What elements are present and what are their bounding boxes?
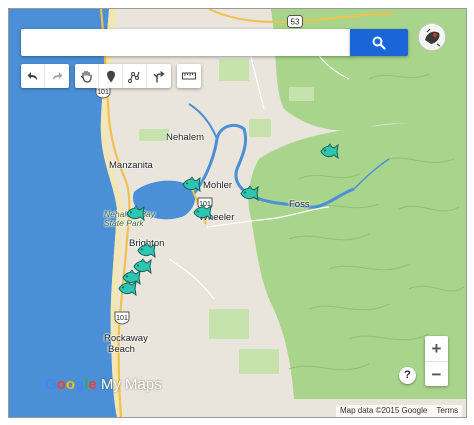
place-label-mohler: Mohler <box>203 180 233 191</box>
add-marker-button[interactable] <box>99 64 123 88</box>
search-button[interactable] <box>350 29 408 56</box>
directions-icon <box>153 70 165 83</box>
map-canvas[interactable]: Manzanita Nehalem Mohler Wheeler Foss Ne… <box>8 8 467 418</box>
search-input[interactable] <box>21 29 351 56</box>
fish-icon[interactable] <box>192 204 212 221</box>
search-icon <box>372 36 386 50</box>
zoom-control: + − <box>425 336 448 386</box>
ruler-icon <box>182 72 196 80</box>
avatar-icon <box>420 25 444 49</box>
directions-button[interactable] <box>147 64 171 88</box>
map-attribution: Map data ©2015 Google Terms <box>336 405 463 417</box>
route-101-shield-south: 101 <box>114 311 130 325</box>
fish-icon[interactable] <box>117 280 137 297</box>
fish-icon[interactable] <box>181 176 201 193</box>
map-frame: Manzanita Nehalem Mohler Wheeler Foss Ne… <box>0 0 474 425</box>
route-53-shield: 53 <box>287 15 303 28</box>
place-label-nehalem: Nehalem <box>166 132 205 143</box>
redo-button[interactable] <box>45 64 69 88</box>
route-53-shield-text: 53 <box>291 18 300 27</box>
hand-icon <box>80 70 92 83</box>
fish-icon[interactable] <box>319 143 339 160</box>
fish-icon[interactable] <box>125 205 145 222</box>
measure-toolbar <box>177 64 201 88</box>
route-101-shield-north-text: 101 <box>97 89 109 96</box>
place-label-rockaway-line1: Rockaway <box>104 333 148 344</box>
account-avatar[interactable] <box>418 23 446 51</box>
redo-icon <box>53 72 63 80</box>
measure-button[interactable] <box>177 64 201 88</box>
terms-link[interactable]: Terms <box>436 406 458 415</box>
route-101-shield-south-text: 101 <box>116 315 128 322</box>
fish-icon[interactable] <box>239 185 259 202</box>
zoom-in-button[interactable]: + <box>425 336 448 361</box>
map-data-credit: Map data ©2015 Google <box>340 406 428 415</box>
fish-icon[interactable] <box>136 242 156 259</box>
google-logo-text: Google <box>45 376 97 393</box>
zoom-out-button[interactable]: − <box>425 361 448 387</box>
marker-icon <box>106 70 115 82</box>
draw-line-icon <box>128 71 140 83</box>
place-label-rockaway-line2: Beach <box>108 344 135 355</box>
help-button[interactable]: ? <box>399 367 416 384</box>
my-maps-text: My Maps <box>100 376 162 393</box>
place-label-rockaway: Rockaway Beach <box>104 333 148 355</box>
google-my-maps-logo: Google My Maps <box>45 376 162 393</box>
draw-toolbar <box>75 64 171 88</box>
place-label-foss: Foss <box>289 199 310 210</box>
search-box <box>21 29 351 56</box>
undo-button[interactable] <box>21 64 45 88</box>
place-label-manzanita: Manzanita <box>109 160 153 171</box>
pan-tool-button[interactable] <box>75 64 99 88</box>
draw-line-button[interactable] <box>123 64 147 88</box>
history-toolbar <box>21 64 69 88</box>
undo-icon <box>27 72 37 80</box>
